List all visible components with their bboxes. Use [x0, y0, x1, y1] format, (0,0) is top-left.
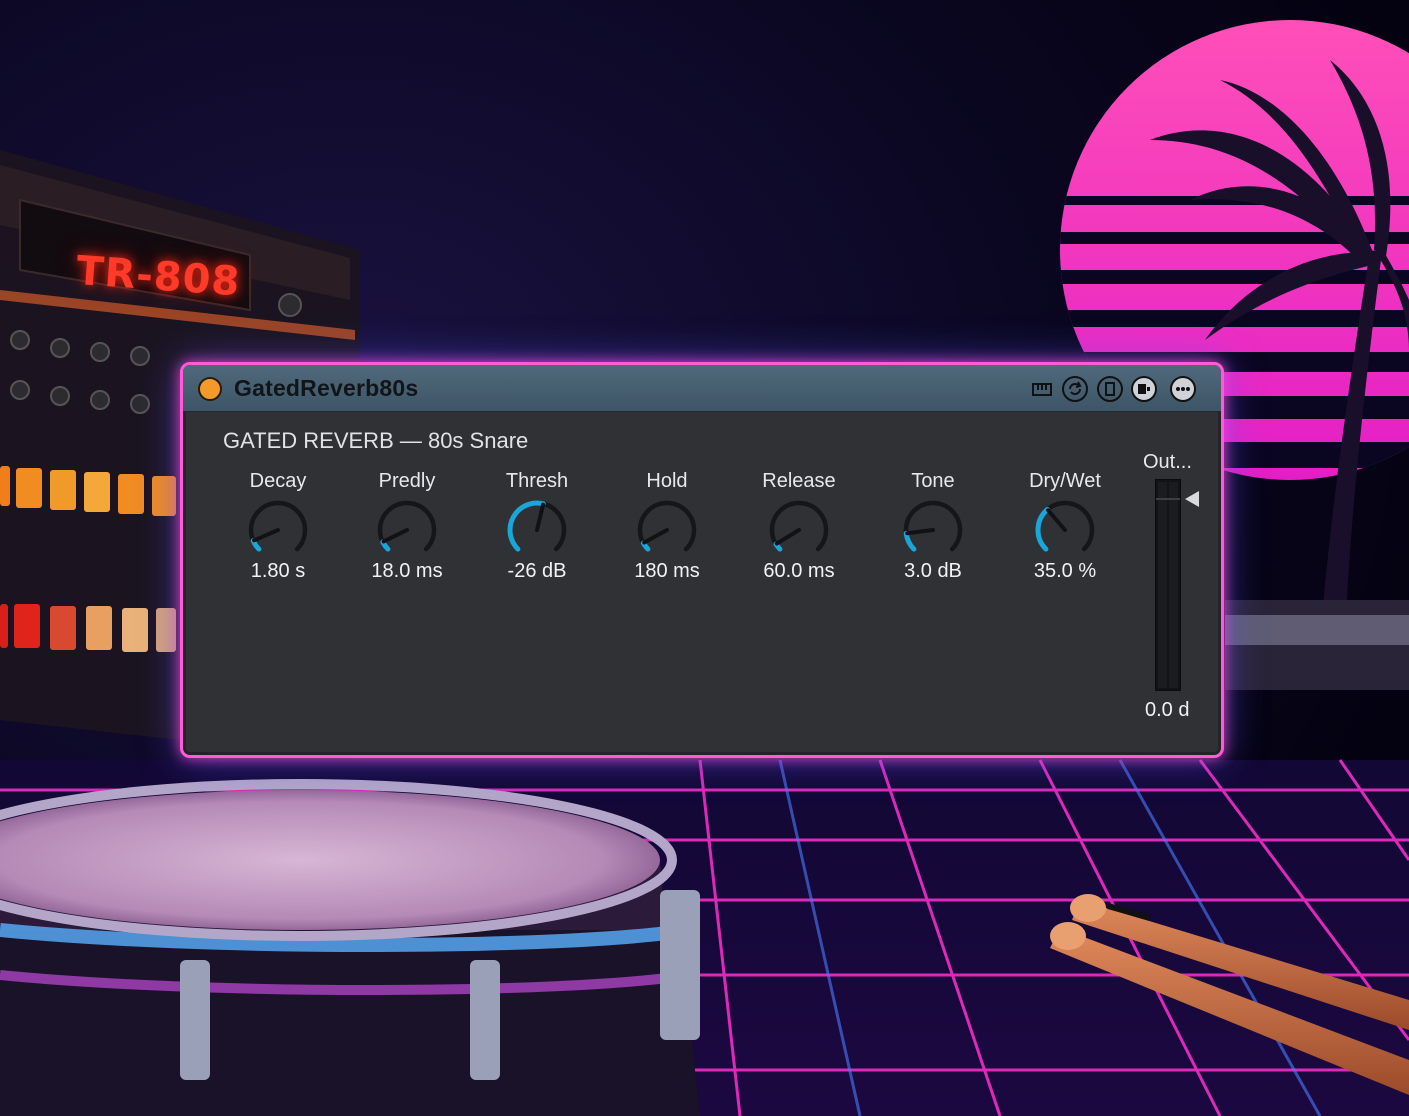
knob-dial[interactable] — [634, 497, 700, 559]
knob-dry-wet: Dry/Wet 35.0 % — [1005, 469, 1125, 583]
knob-pointer — [252, 528, 280, 543]
knob-dial[interactable] — [374, 497, 440, 559]
knob-thresh: Thresh -26 dB — [477, 469, 597, 583]
knob-track — [248, 500, 308, 552]
knob-label: Thresh — [505, 470, 569, 492]
output-meter — [1155, 479, 1181, 691]
plugin-window: GatedReverb80s GATED REVERB — 80s Snare … — [180, 362, 1224, 758]
knob-dial[interactable] — [1032, 497, 1098, 559]
more-options-icon[interactable] — [1170, 376, 1196, 402]
knob-pointer — [905, 528, 935, 536]
output-meter-zero-mark — [1156, 498, 1180, 500]
expand-view-icon[interactable] — [1131, 376, 1157, 402]
device-name: GatedReverb80s — [234, 375, 419, 401]
snare-drum — [0, 779, 700, 1116]
knob-value: 1.80 s — [250, 560, 306, 582]
knob-dial[interactable] — [504, 497, 570, 559]
knob-track — [377, 500, 437, 552]
keyboard-silhouette — [1225, 600, 1409, 690]
preset-title: GATED REVERB — 80s Snare — [223, 428, 529, 453]
knob-dial[interactable] — [245, 497, 311, 559]
knob-value-arc — [1035, 506, 1050, 552]
knob-label: Decay — [249, 470, 307, 492]
knob-value-arc — [903, 530, 917, 552]
knob-pointer — [381, 528, 409, 544]
knob-track — [903, 500, 963, 552]
output-gain-slider-handle[interactable] — [1185, 491, 1199, 507]
knob-tone: Tone 3.0 dB — [873, 469, 993, 583]
output-label: Out... — [1143, 451, 1192, 473]
refresh-icon[interactable] — [1062, 376, 1088, 402]
knob-label: Hold — [646, 470, 688, 492]
knob-value: -26 dB — [507, 560, 567, 582]
knob-pointer — [642, 528, 669, 545]
knob-pointer — [774, 528, 801, 546]
midi-keyboard-icon[interactable] — [1029, 376, 1055, 402]
knob-value: 180 ms — [634, 560, 700, 582]
knob-release: Release 60.0 ms — [739, 469, 859, 583]
knob-label: Tone — [911, 470, 955, 492]
knob-label: Predly — [378, 470, 436, 492]
knob-value: 35.0 % — [1033, 560, 1097, 582]
knob-predly: Predly 18.0 ms — [347, 469, 467, 583]
knob-pointer — [535, 502, 546, 532]
knob-dial[interactable] — [900, 497, 966, 559]
knob-dial[interactable] — [766, 497, 832, 559]
knob-hold: Hold 180 ms — [607, 469, 727, 583]
device-power-button[interactable] — [198, 377, 222, 401]
knob-value: 18.0 ms — [371, 560, 443, 582]
output-meter-left — [1158, 482, 1167, 688]
knob-label: Release — [762, 470, 836, 492]
device-view-icon[interactable] — [1097, 376, 1123, 402]
knob-value: 3.0 dB — [904, 560, 962, 582]
output-value: 0.0 d — [1145, 699, 1190, 721]
output-meter-right — [1169, 482, 1178, 688]
knob-label: Dry/Wet — [1029, 470, 1101, 492]
knob-value: 60.0 ms — [763, 560, 835, 582]
title-bar: GatedReverb80s — [183, 365, 1221, 412]
knob-decay: Decay 1.80 s — [218, 469, 338, 583]
knob-pointer — [1046, 508, 1067, 532]
